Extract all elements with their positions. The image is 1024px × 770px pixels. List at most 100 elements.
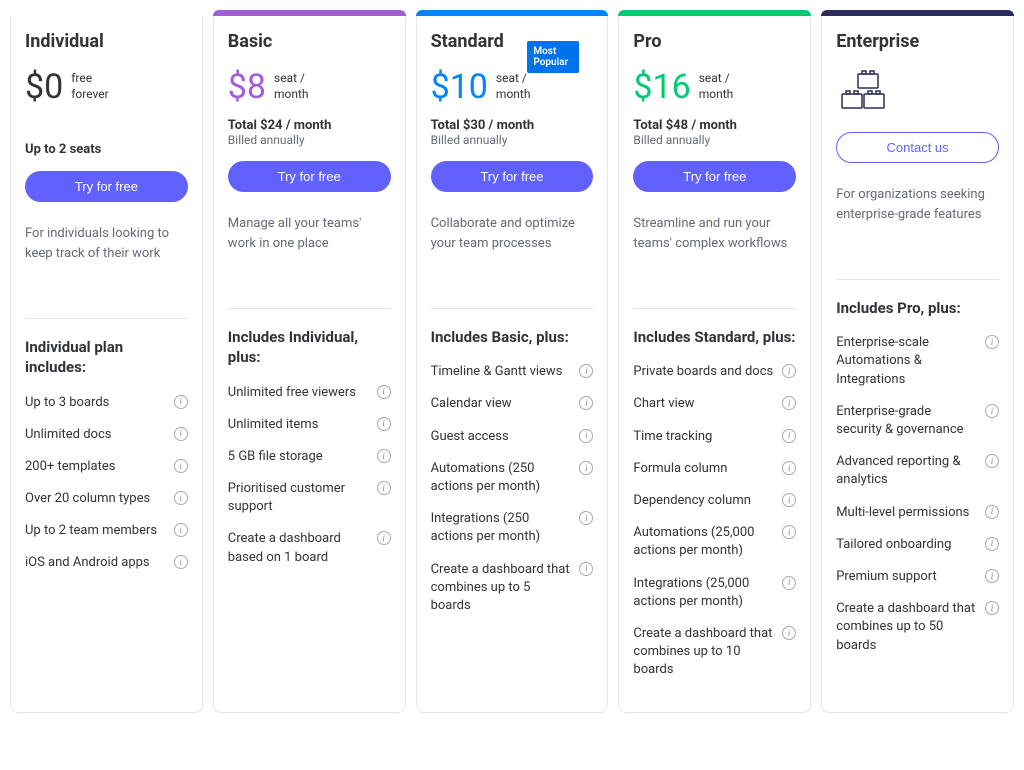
info-icon[interactable]: i: [579, 511, 593, 525]
includes-heading: Includes Basic, plus:: [431, 327, 594, 347]
info-icon[interactable]: i: [174, 523, 188, 537]
try-for-free-button[interactable]: Try for free: [25, 171, 188, 202]
info-icon[interactable]: i: [174, 555, 188, 569]
info-icon[interactable]: i: [377, 531, 391, 545]
feature-text: Guest access: [431, 428, 574, 446]
feature-text: Automations (250 actions per month): [431, 460, 574, 496]
pricing-grid: Individual $0 free forever Up to 2 seats…: [10, 10, 1014, 713]
plan-header: Standard Most Popular: [431, 31, 594, 70]
info-icon[interactable]: i: [579, 461, 593, 475]
try-for-free-button[interactable]: Try for free: [633, 161, 796, 192]
plan-name: Enterprise: [836, 31, 999, 52]
info-icon[interactable]: i: [579, 396, 593, 410]
feature-item: Chart viewi: [633, 395, 796, 413]
feature-text: Time tracking: [633, 428, 776, 446]
blocks-icon: [836, 70, 999, 114]
price-row: $0 free forever: [25, 70, 188, 104]
feature-item: Private boards and docsi: [633, 363, 796, 381]
feature-text: Tailored onboarding: [836, 536, 979, 554]
feature-item: Guest access i: [431, 428, 594, 446]
accent-bar: [416, 10, 609, 16]
feature-text: Dependency column: [633, 492, 776, 510]
plan-card-pro: Pro $16 seat / month Total $48 / month B…: [618, 10, 811, 713]
info-icon[interactable]: i: [377, 385, 391, 399]
plan-card-standard: Standard Most Popular $10 seat / month T…: [416, 10, 609, 713]
try-for-free-button[interactable]: Try for free: [228, 161, 391, 192]
feature-text: Over 20 column types: [25, 490, 168, 508]
info-icon[interactable]: i: [782, 525, 796, 539]
feature-list: Unlimited free viewersi Unlimited itemsi…: [228, 384, 391, 581]
feature-text: Formula column: [633, 460, 776, 478]
feature-item: Create a dashboard based on 1 board i: [228, 530, 391, 566]
feature-item: Automations (25,000 actions per month)i: [633, 524, 796, 560]
info-icon[interactable]: i: [985, 537, 999, 551]
feature-text: Create a dashboard based on 1 board: [228, 530, 371, 566]
info-icon[interactable]: i: [174, 491, 188, 505]
price: $8: [228, 70, 266, 104]
divider: [431, 308, 594, 309]
info-icon[interactable]: i: [174, 395, 188, 409]
feature-text: Create a dashboard that combines up to 1…: [633, 625, 776, 680]
info-icon[interactable]: i: [985, 335, 999, 349]
feature-item: Enterprise-scale Automations & Integrati…: [836, 334, 999, 389]
info-icon[interactable]: i: [985, 505, 999, 519]
feature-text: 5 GB file storage: [228, 448, 371, 466]
info-icon[interactable]: i: [985, 601, 999, 615]
feature-item: 5 GB file storage i: [228, 448, 391, 466]
feature-text: Unlimited docs: [25, 426, 168, 444]
includes-heading: Includes Individual, plus:: [228, 327, 391, 368]
feature-text: Up to 3 boards: [25, 394, 168, 412]
price: $0: [25, 70, 63, 104]
info-icon[interactable]: i: [985, 404, 999, 418]
feature-item: Integrations (250 actions per month)i: [431, 510, 594, 546]
accent-bar: [618, 10, 811, 16]
feature-text: Multi-level permissions: [836, 504, 979, 522]
total-line: Total $24 / month: [228, 118, 391, 133]
info-icon[interactable]: i: [579, 429, 593, 443]
info-icon[interactable]: i: [985, 569, 999, 583]
info-icon[interactable]: i: [782, 626, 796, 640]
total-line: Total $30 / month: [431, 118, 594, 133]
plan-name: Individual: [25, 31, 188, 52]
feature-text: Integrations (25,000 actions per month): [633, 575, 776, 611]
info-icon[interactable]: i: [782, 429, 796, 443]
feature-item: iOS and Android appsi: [25, 554, 188, 572]
price-sub: seat / month: [274, 71, 334, 102]
price: $16: [633, 70, 690, 104]
feature-item: Over 20 column types i: [25, 490, 188, 508]
feature-text: Enterprise-scale Automations & Integrati…: [836, 334, 979, 389]
info-icon[interactable]: i: [579, 364, 593, 378]
feature-text: Premium support: [836, 568, 979, 586]
info-icon[interactable]: i: [782, 461, 796, 475]
feature-item: Create a dashboard that combines up to 1…: [633, 625, 796, 680]
contact-us-button[interactable]: Contact us: [836, 132, 999, 163]
try-for-free-button[interactable]: Try for free: [431, 161, 594, 192]
info-icon[interactable]: i: [782, 576, 796, 590]
feature-item: Advanced reporting & analytics i: [836, 453, 999, 489]
feature-item: Integrations (25,000 actions per month) i: [633, 575, 796, 611]
info-icon[interactable]: i: [782, 396, 796, 410]
info-icon[interactable]: i: [377, 449, 391, 463]
info-icon[interactable]: i: [174, 427, 188, 441]
feature-text: 200+ templates: [25, 458, 168, 476]
plan-name: Pro: [633, 31, 796, 52]
price-sub: free forever: [71, 71, 131, 102]
plan-description: For organizations seeking enterprise-gra…: [836, 185, 999, 245]
plan-name: Basic: [228, 31, 391, 52]
info-icon[interactable]: i: [579, 562, 593, 576]
accent-bar: [213, 10, 406, 16]
info-icon[interactable]: i: [174, 459, 188, 473]
price-row: $10 seat / month: [431, 70, 594, 104]
feature-item: Enterprise-grade security & governancei: [836, 403, 999, 439]
info-icon[interactable]: i: [377, 417, 391, 431]
info-icon[interactable]: i: [377, 481, 391, 495]
feature-item: Unlimited itemsi: [228, 416, 391, 434]
feature-item: Create a dashboard that combines up to 5…: [431, 561, 594, 616]
info-icon[interactable]: i: [782, 364, 796, 378]
feature-item: Dependency column i: [633, 492, 796, 510]
info-icon[interactable]: i: [985, 454, 999, 468]
info-icon[interactable]: i: [782, 493, 796, 507]
feature-item: Time tracking i: [633, 428, 796, 446]
billed-line: Billed annually: [633, 133, 796, 147]
feature-text: Advanced reporting & analytics: [836, 453, 979, 489]
